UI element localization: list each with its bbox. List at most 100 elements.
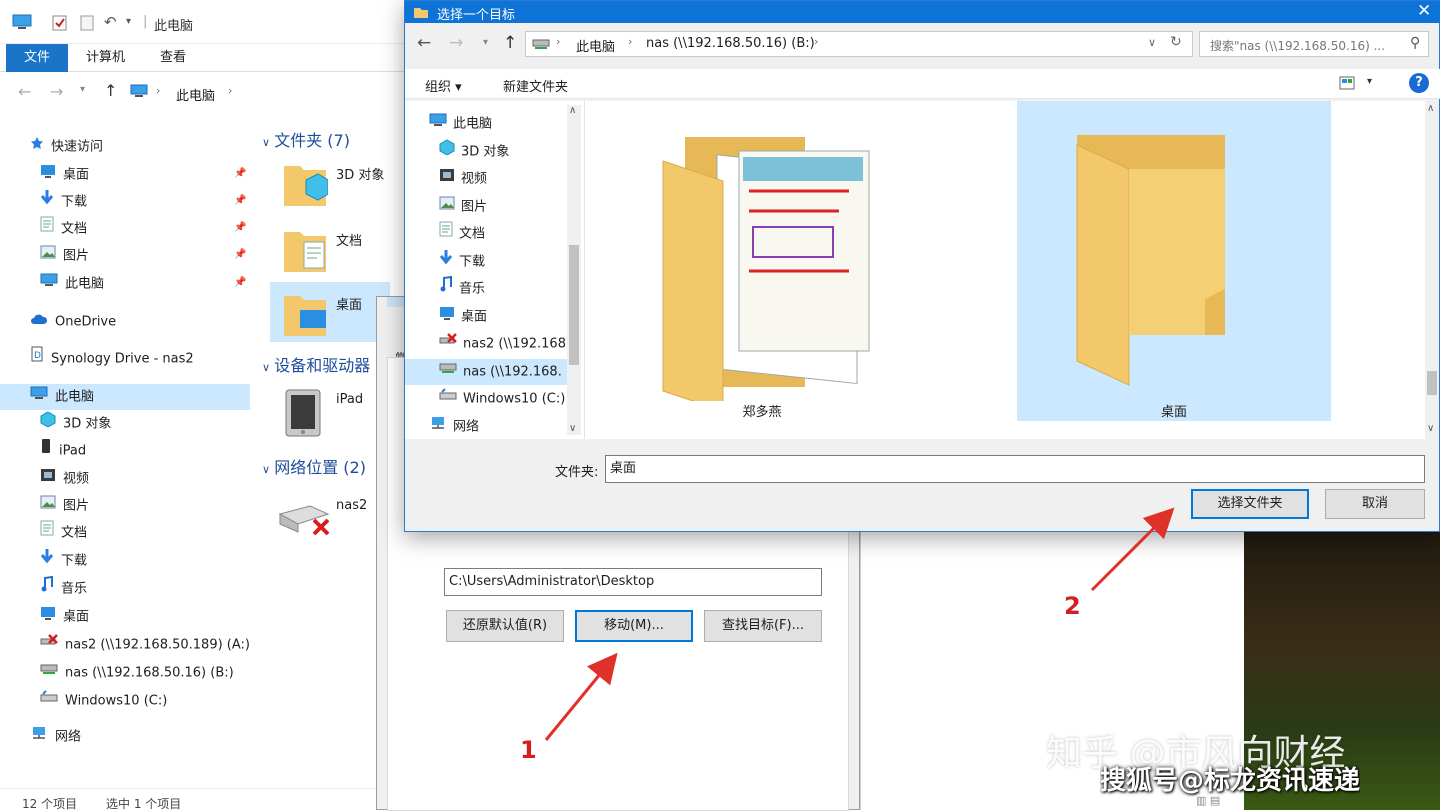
undo-icon[interactable]: ↶ — [104, 13, 117, 31]
new-folder-qat-icon[interactable] — [80, 15, 94, 35]
folder-3d-objects[interactable] — [282, 158, 329, 212]
network-group-header[interactable]: ∨ 网络位置 (2) — [262, 454, 366, 478]
tab-computer[interactable]: 计算机 — [76, 44, 135, 72]
dialog-nav-item[interactable]: 此电脑 — [429, 111, 579, 137]
new-folder-button[interactable]: 新建文件夹 — [503, 76, 568, 95]
nav-scrollbar[interactable]: ∧ ∨ — [567, 105, 581, 435]
help-icon[interactable]: ? — [1409, 73, 1429, 93]
forward-arrow-icon[interactable]: → — [50, 82, 63, 101]
nav-item-label: Synology Drive - nas2 — [51, 351, 194, 367]
cancel-button[interactable]: 取消 — [1325, 489, 1425, 519]
nav-item[interactable]: 文档 — [40, 520, 87, 546]
chevron-right-icon: › — [228, 84, 233, 97]
recent-dropdown-icon[interactable]: ▾ — [483, 37, 488, 48]
watermark-sohu: 搜狐号@标龙资讯速递 — [1100, 766, 1361, 796]
find-target-button[interactable]: 查找目标(F)... — [704, 610, 822, 642]
nav-item[interactable]: 音乐 — [40, 575, 87, 602]
nav-item[interactable]: iPad — [40, 438, 86, 464]
quick-access-toolbar: ↶ ▾ | 此电脑 — [0, 0, 420, 44]
nav-item[interactable]: Windows10 (C:) — [40, 688, 167, 714]
dialog-nav-item-label: 文档 — [459, 226, 486, 242]
pin-icon[interactable]: 📌 — [234, 168, 246, 179]
nav-item[interactable]: 3D 对象 — [40, 411, 111, 437]
folder-icon — [1076, 135, 1225, 386]
nav-item[interactable]: 视频 — [40, 466, 89, 492]
breadcrumb-this-pc[interactable]: 此电脑 — [576, 36, 615, 55]
dialog-nav-item[interactable]: 网络 — [429, 414, 579, 440]
document-icon — [40, 216, 54, 242]
pin-icon[interactable]: 📌 — [234, 277, 246, 288]
pin-icon[interactable]: 📌 — [234, 249, 246, 260]
restore-default-button[interactable]: 还原默认值(R) — [446, 610, 564, 642]
cloud-icon — [30, 309, 48, 335]
dialog-search-box[interactable]: 搜索"nas (\\192.168.50.16) ... ⚲ — [1199, 31, 1429, 57]
nav-item[interactable]: 桌面 — [40, 162, 89, 188]
move-button[interactable]: 移动(M)... — [575, 610, 693, 642]
separator: | — [143, 14, 148, 29]
nav-item[interactable]: 文档 — [40, 216, 87, 242]
nav-item[interactable]: 图片 — [40, 243, 89, 269]
network-drive-disconnected-icon — [439, 331, 457, 357]
dialog-address-bar[interactable]: › 此电脑 › nas (\\192.168.50.16) (B:) › ∨ ↻ — [525, 31, 1193, 57]
nav-item[interactable]: 下载 — [40, 548, 87, 574]
status-bar: 12 个项目 选中 1 个项目 — [0, 788, 420, 811]
network-location-nas2[interactable] — [278, 500, 332, 544]
devices-group-header[interactable]: ∨ 设备和驱动器 — [262, 352, 370, 376]
chevron-down-icon[interactable]: ∨ — [1148, 36, 1156, 49]
folder-item-desktop-selected[interactable]: 桌面 — [1017, 101, 1331, 421]
close-icon[interactable]: ✕ — [1417, 1, 1431, 21]
dialog-file-list: 郑多燕 桌面 — [585, 101, 1425, 439]
item-label-desktop: 桌面 — [336, 298, 363, 313]
forward-arrow-icon[interactable]: → — [449, 33, 463, 53]
folder-item-zhengduoyan[interactable]: 郑多燕 — [605, 101, 919, 421]
up-arrow-icon[interactable]: ↑ — [104, 81, 117, 100]
recent-dropdown-icon[interactable]: ▾ — [80, 84, 85, 95]
chevron-down-icon[interactable]: ▾ — [126, 16, 131, 27]
organize-button[interactable]: 组织 ▾ — [425, 76, 462, 95]
up-arrow-icon[interactable]: ↑ — [503, 33, 517, 53]
nav-item[interactable]: 下载 — [40, 189, 87, 215]
address-crumb[interactable]: 此电脑 — [176, 85, 215, 104]
dialog-title: 选择一个目标 — [437, 8, 516, 23]
folder-name-desktop: 桌面 — [1160, 405, 1187, 420]
network-group-label: 网络位置 (2) — [274, 458, 366, 477]
nav-item[interactable]: 图片 — [40, 493, 89, 519]
tab-view[interactable]: 查看 — [150, 44, 196, 72]
folder-desktop-selected[interactable]: 桌面 — [270, 282, 390, 342]
nav-item[interactable]: 桌面 — [40, 604, 89, 630]
computer-icon — [429, 111, 447, 137]
nav-item[interactable]: 网络 — [30, 724, 81, 750]
view-options-icon[interactable] — [1339, 76, 1355, 94]
search-icon[interactable]: ⚲ — [1410, 35, 1420, 51]
nav-item[interactable]: D Synology Drive - nas2 — [30, 346, 194, 372]
select-folder-button[interactable]: 选择文件夹 — [1191, 489, 1309, 519]
folder-documents[interactable] — [282, 224, 328, 278]
picture-icon — [40, 243, 56, 269]
device-ipad[interactable] — [282, 388, 324, 442]
location-path-input[interactable]: C:\Users\Administrator\Desktop — [444, 568, 822, 596]
nav-item[interactable]: 此电脑 — [0, 384, 250, 410]
nav-item[interactable]: 此电脑 — [40, 271, 104, 297]
breadcrumb-nas[interactable]: nas (\\192.168.50.16) (B:) — [646, 36, 815, 51]
back-arrow-icon[interactable]: ← — [417, 33, 431, 53]
nav-item[interactable]: 快速访问 — [30, 134, 103, 160]
pin-icon[interactable]: 📌 — [234, 222, 246, 233]
nav-item[interactable]: nas (\\192.168.50.16) (B:) — [40, 660, 234, 686]
tab-file[interactable]: 文件 — [6, 44, 68, 72]
refresh-icon[interactable]: ↻ — [1170, 34, 1182, 50]
content-scrollbar-thumb[interactable] — [1427, 371, 1437, 395]
folders-group-header[interactable]: ∨ 文件夹 (7) — [262, 127, 350, 151]
properties-icon[interactable] — [52, 15, 68, 35]
nav-scrollbar-thumb[interactable] — [569, 245, 579, 365]
content-scrollbar[interactable]: ∧ ∨ — [1425, 101, 1439, 439]
network-icon — [30, 724, 48, 750]
nav-item[interactable]: OneDrive — [30, 309, 116, 335]
folder-name-input[interactable]: 桌面 — [605, 455, 1425, 483]
nav-item-label: 桌面 — [63, 167, 90, 183]
view-dropdown-icon[interactable]: ▾ — [1367, 76, 1372, 87]
back-arrow-icon[interactable]: ← — [18, 82, 31, 101]
dialog-nav-item[interactable]: nas (\\192.168. — [405, 358, 567, 385]
pin-icon[interactable]: 📌 — [234, 195, 246, 206]
search-placeholder: 搜索"nas (\\192.168.50.16) ... — [1210, 39, 1386, 53]
nav-item[interactable]: nas2 (\\192.168.50.189) (A:) — [40, 632, 250, 658]
